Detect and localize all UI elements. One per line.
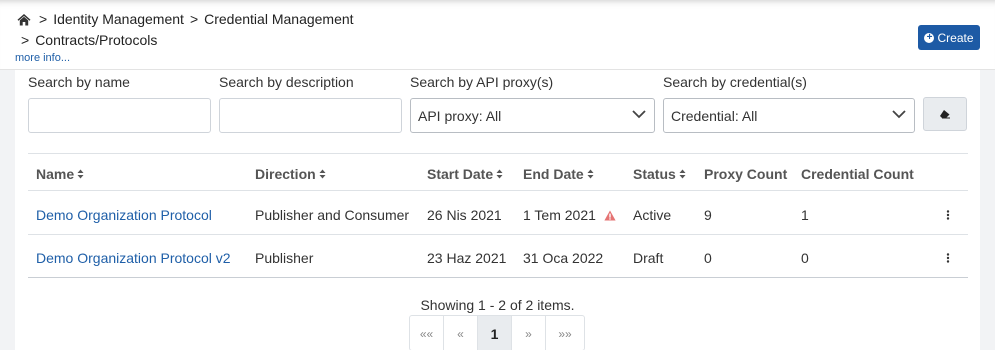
breadcrumb: > Identity Management > Credential Manag…: [17, 11, 354, 27]
column-name-label: Name: [36, 166, 75, 182]
last-page-button[interactable]: »»: [546, 316, 584, 350]
sort-icon: [587, 169, 594, 179]
column-start-date-label: Start Date: [427, 166, 494, 182]
column-header-direction[interactable]: Direction: [255, 166, 326, 182]
sort-icon: [496, 169, 503, 179]
eraser-icon: [940, 110, 950, 119]
kebab-menu-icon[interactable]: [946, 210, 950, 220]
row-start-date: 26 Nis 2021: [427, 207, 502, 223]
search-description-input[interactable]: [219, 98, 402, 133]
table-bottom-border: [28, 277, 968, 278]
column-header-end-date[interactable]: End Date: [523, 166, 594, 182]
row-start-date: 23 Haz 2021: [427, 250, 507, 266]
row-end-date: 31 Oca 2022: [523, 250, 604, 266]
api-proxy-select[interactable]: API proxy: All: [410, 98, 655, 133]
sort-icon: [679, 169, 686, 179]
breadcrumb-identity-management[interactable]: Identity Management: [53, 11, 184, 27]
page-1-button[interactable]: 1: [478, 316, 512, 350]
api-proxy-select-value: API proxy: All: [418, 107, 502, 124]
breadcrumb-credential-management[interactable]: Credential Management: [204, 11, 353, 27]
breadcrumb-separator: >: [21, 32, 30, 48]
create-button[interactable]: + Create: [918, 25, 980, 50]
search-api-proxy-label: Search by API proxy(s): [410, 74, 554, 90]
more-info-link[interactable]: more info...: [15, 52, 70, 64]
row-name-link[interactable]: Demo Organization Protocol v2: [36, 250, 231, 266]
create-button-label: Create: [937, 30, 974, 45]
search-credential-label: Search by credential(s): [663, 74, 807, 90]
credential-select[interactable]: Credential: All: [663, 98, 915, 133]
search-description-label: Search by description: [219, 74, 354, 90]
breadcrumb-separator: >: [39, 11, 48, 27]
credential-select-value: Credential: All: [671, 107, 758, 124]
plus-circle-icon: +: [924, 32, 935, 43]
row-status: Active: [633, 207, 672, 223]
row-proxy-count: 9: [704, 207, 712, 223]
main-panel: Search by name Search by description Sea…: [15, 70, 980, 350]
breadcrumb-separator: >: [189, 11, 199, 27]
sort-icon: [319, 169, 326, 179]
first-page-button[interactable]: ««: [410, 316, 444, 350]
column-header-status[interactable]: Status: [633, 166, 686, 182]
column-header-start-date[interactable]: Start Date: [427, 166, 503, 182]
column-header-name[interactable]: Name: [36, 166, 84, 182]
pagination: «« « 1 » »»: [409, 315, 585, 350]
breadcrumb-line-2: > Contracts/Protocols: [15, 32, 157, 48]
column-proxy-count-label: Proxy Count: [704, 166, 788, 182]
top-bar: > Identity Management > Credential Manag…: [0, 0, 995, 70]
next-page-button[interactable]: »: [512, 316, 546, 350]
header-divider: [28, 190, 968, 191]
row-name-link[interactable]: Demo Organization Protocol: [36, 207, 212, 223]
row-credential-count: 1: [801, 207, 809, 223]
row-credential-count: 0: [801, 250, 809, 266]
clear-filters-button[interactable]: [923, 97, 967, 131]
row-end-date: 1 Tem 2021: [523, 207, 616, 223]
kebab-menu-icon[interactable]: [946, 253, 950, 263]
row-direction: Publisher: [255, 250, 314, 266]
column-header-proxy-count: Proxy Count: [704, 166, 787, 182]
column-direction-label: Direction: [255, 166, 316, 182]
search-name-input[interactable]: [28, 98, 211, 133]
breadcrumb-contracts-protocols: Contracts/Protocols: [35, 32, 158, 48]
row-status: Draft: [633, 250, 664, 266]
row-divider: [28, 234, 968, 235]
column-end-date-label: End Date: [523, 166, 584, 182]
sort-icon: [77, 169, 84, 179]
chevron-down-icon: [632, 110, 646, 119]
warning-icon[interactable]: [604, 210, 616, 221]
home-icon[interactable]: [17, 13, 31, 26]
row-direction: Publisher and Consumer: [255, 207, 410, 223]
pagination-summary: Showing 1 - 2 of 2 items.: [420, 297, 575, 313]
column-status-label: Status: [633, 166, 676, 182]
previous-page-button[interactable]: «: [444, 316, 478, 350]
row-proxy-count: 0: [704, 250, 712, 266]
row-end-date-value: 1 Tem 2021: [523, 207, 596, 223]
table-top-border: [28, 153, 968, 154]
column-credential-count-label: Credential Count: [801, 166, 914, 182]
column-header-credential-count: Credential Count: [801, 166, 914, 182]
search-name-label: Search by name: [28, 74, 130, 90]
chevron-down-icon: [892, 110, 906, 119]
